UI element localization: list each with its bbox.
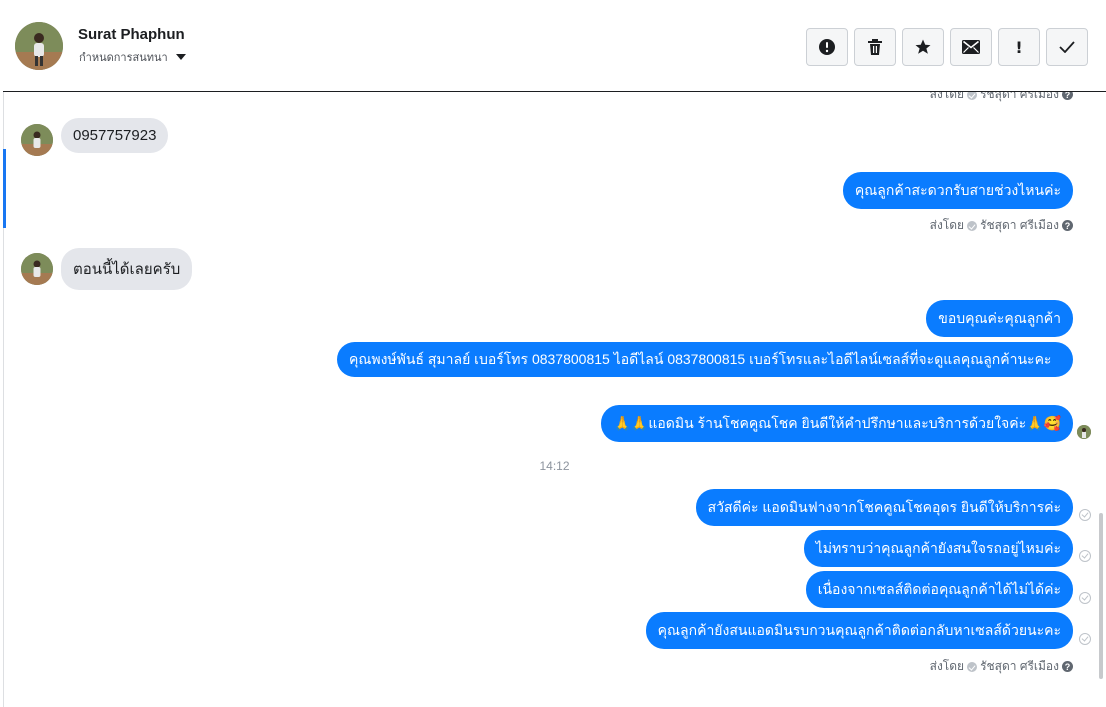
agent-name[interactable]: รัชสุดา ศรีเมือง bbox=[980, 92, 1059, 104]
outgoing-message: 🙏🙏แอดมิน ร้านโชคคูณโชค ยินดีให้คำปรึกษาแ… bbox=[601, 405, 1073, 442]
outgoing-message: คุณพงษ์พันธ์ สุมาลย์ เบอร์โทร 0837800815… bbox=[337, 342, 1073, 377]
contact-avatar-small bbox=[21, 124, 53, 156]
help-icon[interactable]: ? bbox=[1062, 220, 1073, 231]
incoming-message: 0957757923 bbox=[61, 118, 169, 153]
conversation-toolbar: ! bbox=[806, 28, 1088, 66]
sent-check-icon bbox=[1079, 509, 1091, 521]
assign-label: กำหนดการสนทนา bbox=[79, 52, 168, 64]
scrollbar-thumb[interactable] bbox=[1099, 513, 1103, 679]
help-icon[interactable]: ? bbox=[1062, 92, 1073, 100]
agent-name[interactable]: รัชสุดา ศรีเมือง bbox=[980, 657, 1059, 676]
mark-unread-button[interactable] bbox=[950, 28, 992, 66]
message-thread[interactable]: ส่งโดย รัชสุดา ศรีเมือง ? 0957757923 คุณ… bbox=[3, 92, 1106, 707]
outgoing-message: ขอบคุณค่ะคุณลูกค้า bbox=[926, 300, 1073, 337]
outgoing-message: สวัสดีค่ะ แอดมินฟางจากโชคคูณโชคอุดร ยินด… bbox=[695, 489, 1073, 526]
follow-up-button[interactable]: ! bbox=[998, 28, 1040, 66]
trash-icon bbox=[868, 39, 882, 55]
assign-conversation-dropdown[interactable]: กำหนดการสนทนา bbox=[79, 48, 186, 66]
contact-name[interactable]: Surat Phaphun bbox=[78, 26, 185, 43]
mark-done-button[interactable] bbox=[1046, 28, 1088, 66]
help-icon[interactable]: ? bbox=[1062, 661, 1073, 672]
caret-down-icon bbox=[175, 54, 186, 60]
delete-button[interactable] bbox=[854, 28, 896, 66]
sent-by-meta: ส่งโดย รัชสุดา ศรีเมือง ? bbox=[930, 657, 1073, 676]
seen-avatar bbox=[1077, 425, 1091, 439]
incoming-message: ตอนนี้ได้เลยครับ bbox=[61, 248, 193, 290]
star-icon bbox=[915, 39, 931, 54]
check-icon bbox=[1059, 41, 1075, 53]
outgoing-message: ไม่ทราบว่าคุณลูกค้ายังสนใจรถอยู่ไหมค่ะ bbox=[803, 530, 1073, 567]
timestamp-divider: 14:12 bbox=[539, 459, 570, 473]
verified-icon bbox=[967, 220, 978, 231]
sent-by-meta: ส่งโดย รัชสุดา ศรีเมือง ? bbox=[930, 216, 1073, 235]
active-indicator bbox=[3, 149, 6, 228]
agent-name[interactable]: รัชสุดา ศรีเมือง bbox=[980, 216, 1059, 235]
spam-button[interactable] bbox=[806, 28, 848, 66]
conversation-header: Surat Phaphun กำหนดการสนทนา ! bbox=[3, 0, 1106, 92]
outgoing-message: เนื่องจากเซลส์ติดต่อคุณลูกค้าได้ไม่ได้ค่… bbox=[805, 571, 1073, 608]
sent-check-icon bbox=[1079, 550, 1091, 562]
contact-avatar[interactable] bbox=[15, 22, 63, 70]
sent-by-meta: ส่งโดย รัชสุดา ศรีเมือง ? bbox=[930, 92, 1073, 104]
envelope-icon bbox=[962, 40, 980, 54]
alert-circle-icon bbox=[819, 39, 835, 55]
sent-check-icon bbox=[1079, 633, 1091, 645]
outgoing-message: คุณลูกค้ายังสนแอดมินรบกวนคุณลูกค้าติดต่อ… bbox=[645, 612, 1073, 649]
verified-icon bbox=[967, 661, 978, 672]
star-button[interactable] bbox=[902, 28, 944, 66]
contact-avatar-small bbox=[21, 253, 53, 285]
sent-check-icon bbox=[1079, 592, 1091, 604]
exclamation-icon: ! bbox=[1015, 37, 1023, 57]
verified-icon bbox=[967, 92, 978, 100]
outgoing-message: คุณลูกค้าสะดวกรับสายช่วงไหนค่ะ bbox=[842, 172, 1073, 209]
